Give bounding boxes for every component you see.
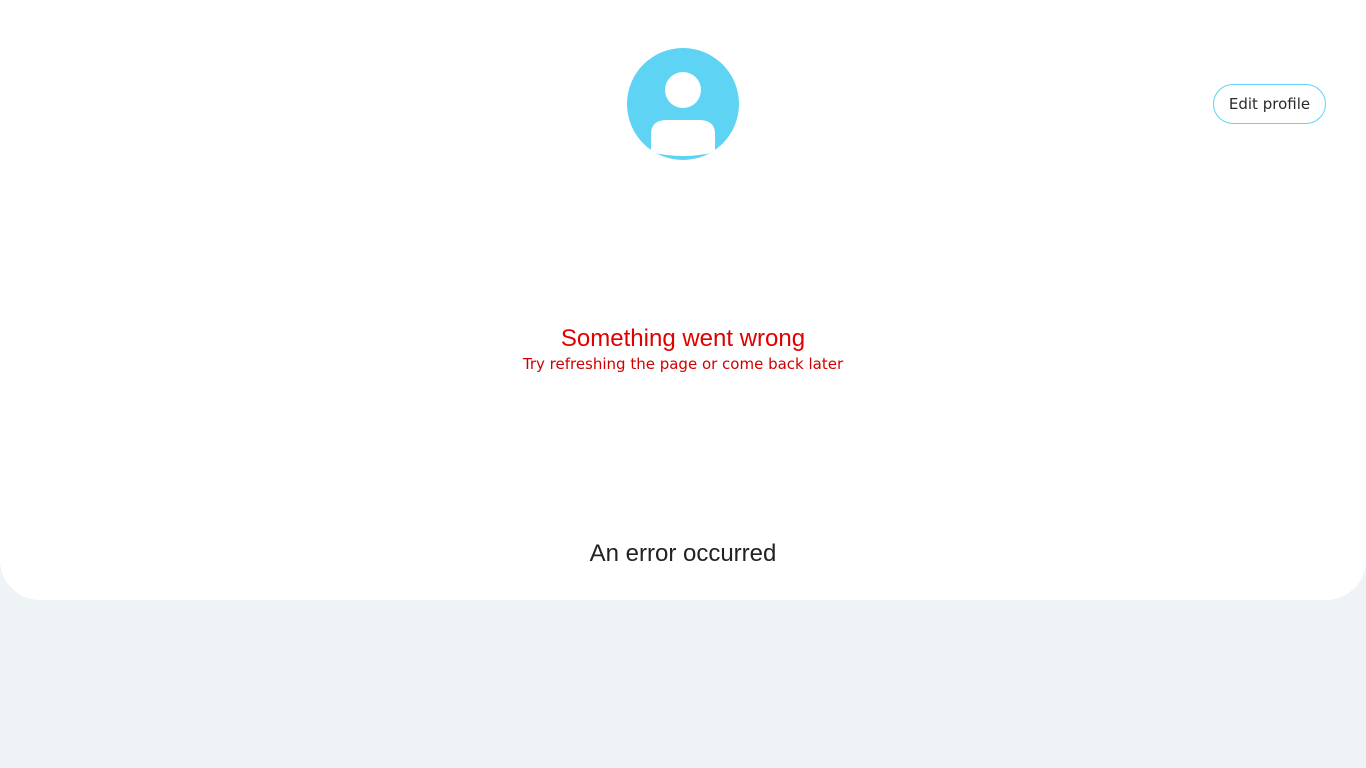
user-avatar-icon xyxy=(627,48,739,160)
error-subtitle: Try refreshing the page or come back lat… xyxy=(522,355,844,373)
error-occurred-message: An error occurred xyxy=(589,540,777,567)
profile-card: Edit profile Something went wrong Try re… xyxy=(0,0,1366,600)
error-title: Something went wrong xyxy=(560,325,806,352)
person-silhouette-icon xyxy=(651,72,715,156)
edit-profile-button[interactable]: Edit profile xyxy=(1213,84,1326,124)
